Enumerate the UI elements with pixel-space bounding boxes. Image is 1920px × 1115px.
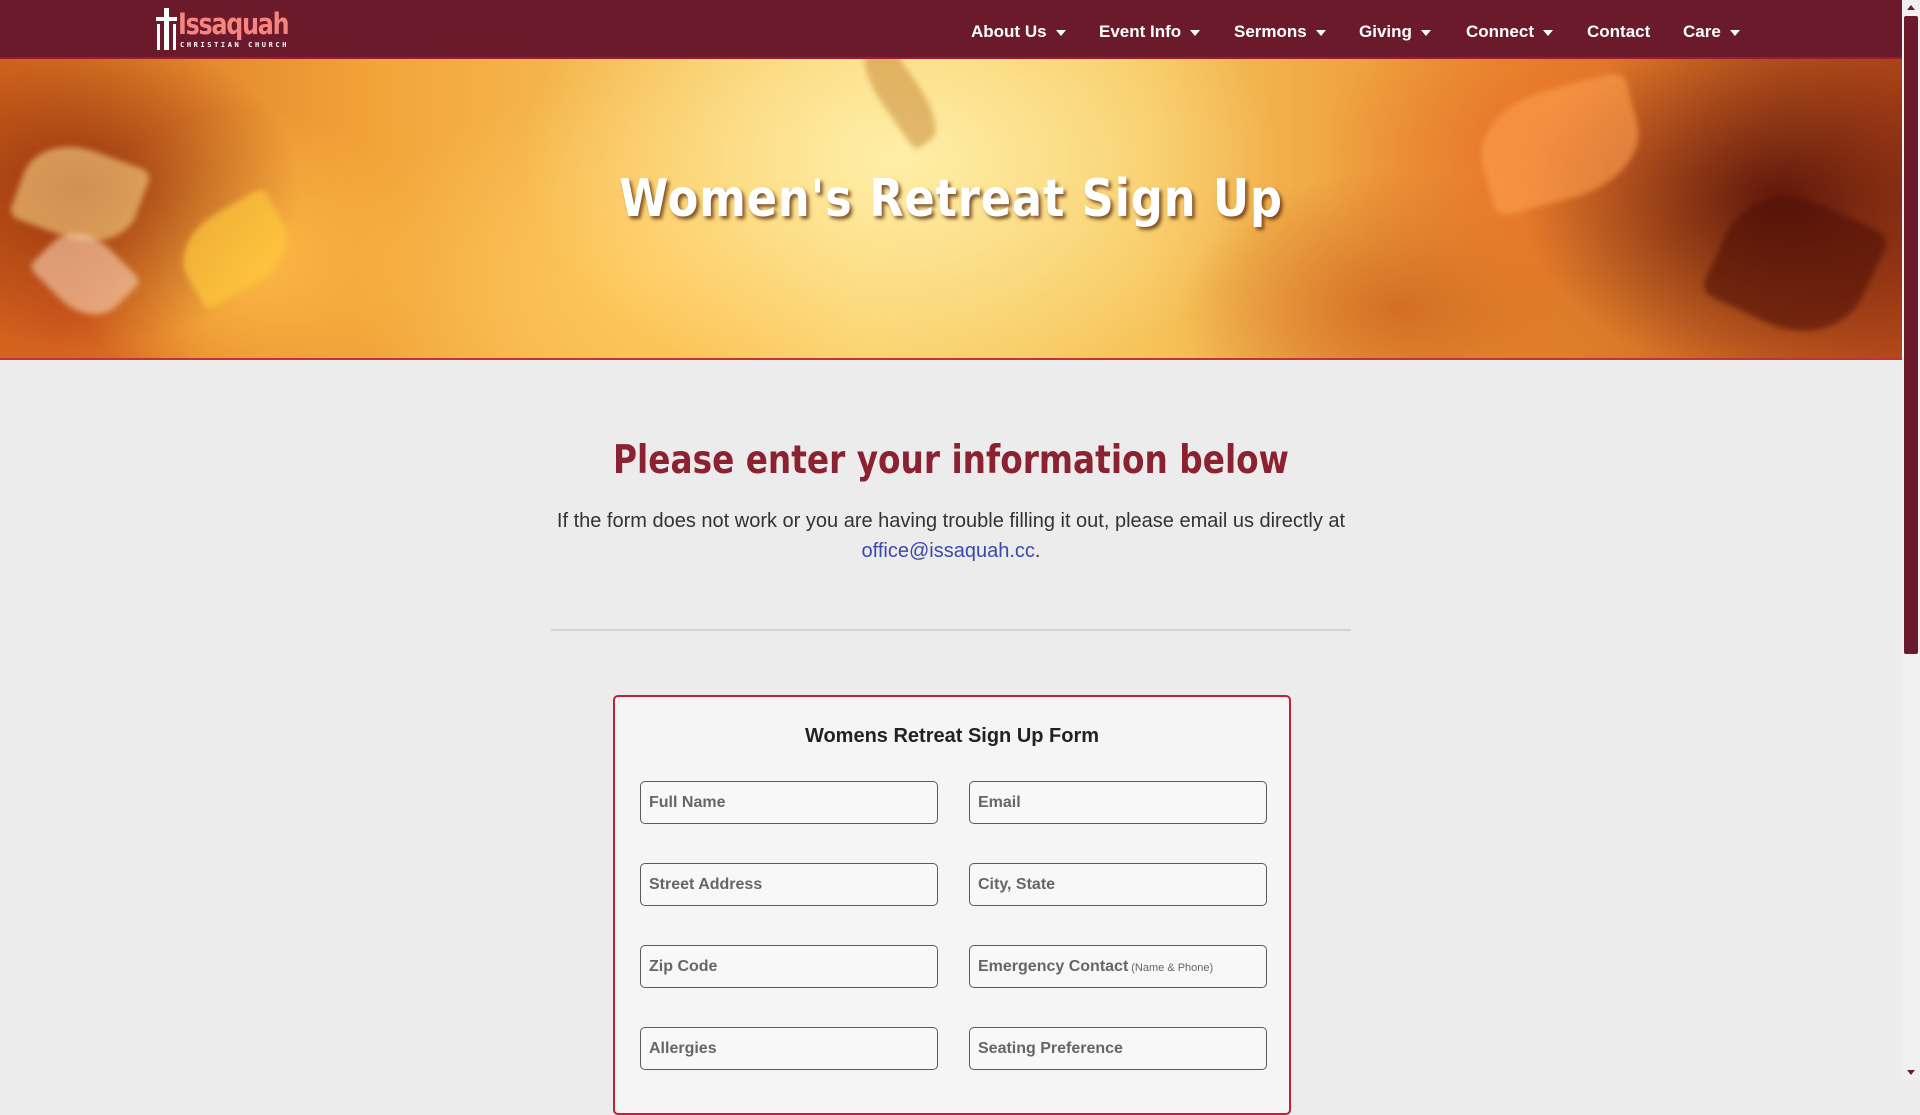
hero-banner: Women's Retreat Sign Up (0, 59, 1902, 360)
main-nav: About Us Event Info Sermons Giving Conne… (0, 0, 1902, 66)
field-placeholder: Email (978, 794, 1021, 811)
nav-sermons[interactable]: Sermons (1234, 22, 1326, 42)
seating-preference-field[interactable]: Seating Preference (969, 1027, 1267, 1070)
zip-code-field[interactable]: Zip Code (640, 945, 938, 988)
field-placeholder: Full Name (649, 794, 726, 811)
nav-contact[interactable]: Contact (1587, 22, 1650, 42)
email-link[interactable]: office@issaquah.cc (862, 540, 1035, 562)
hero-leaf-decoration (852, 59, 948, 151)
signup-form: Womens Retreat Sign Up Form Full Name Em… (613, 695, 1291, 1115)
scroll-down-icon[interactable] (1907, 1070, 1915, 1075)
site-header: Issaquah CHRISTIAN CHURCH About Us Event… (0, 0, 1902, 59)
intro-paragraph: If the form does not work or you are hav… (556, 510, 1346, 562)
city-state-field[interactable]: City, State (969, 863, 1267, 906)
field-placeholder: City, State (978, 876, 1056, 893)
field-hint: (Name & Phone) (1131, 962, 1214, 974)
field-placeholder: Seating Preference (978, 1040, 1123, 1057)
scroll-up-icon[interactable] (1907, 5, 1915, 10)
nav-connect[interactable]: Connect (1466, 22, 1553, 42)
nav-giving[interactable]: Giving (1359, 22, 1431, 42)
chevron-down-icon (1315, 30, 1326, 36)
email-field[interactable]: Email (969, 781, 1267, 824)
hero-leaf-decoration (28, 217, 142, 331)
chevron-down-icon (1055, 30, 1066, 36)
nav-event-info[interactable]: Event Info (1099, 22, 1201, 42)
street-address-field[interactable]: Street Address (640, 863, 938, 906)
chevron-down-icon (1190, 30, 1201, 36)
field-placeholder: Street Address (649, 876, 763, 893)
page-scrollbar[interactable] (1902, 0, 1920, 1080)
chevron-down-icon (1729, 30, 1740, 36)
nav-care[interactable]: Care (1683, 22, 1740, 42)
chevron-down-icon (1420, 30, 1431, 36)
field-placeholder: Zip Code (649, 958, 718, 975)
hero-title: Women's Retreat Sign Up (619, 169, 1283, 229)
chevron-down-icon (1543, 30, 1553, 36)
full-name-field[interactable]: Full Name (640, 781, 938, 824)
page-heading: Please enter your information below (613, 438, 1289, 483)
field-placeholder: Allergies (649, 1040, 717, 1057)
allergies-field[interactable]: Allergies (640, 1027, 938, 1070)
section-divider (551, 629, 1351, 631)
nav-about-us[interactable]: About Us (971, 22, 1066, 42)
field-placeholder: Emergency Contact (Name & Phone) (978, 958, 1214, 975)
form-title: Womens Retreat Sign Up Form (804, 725, 1100, 747)
emergency-contact-field[interactable]: Emergency Contact (Name & Phone) (969, 945, 1267, 988)
scrollbar-thumb[interactable] (1904, 16, 1918, 654)
